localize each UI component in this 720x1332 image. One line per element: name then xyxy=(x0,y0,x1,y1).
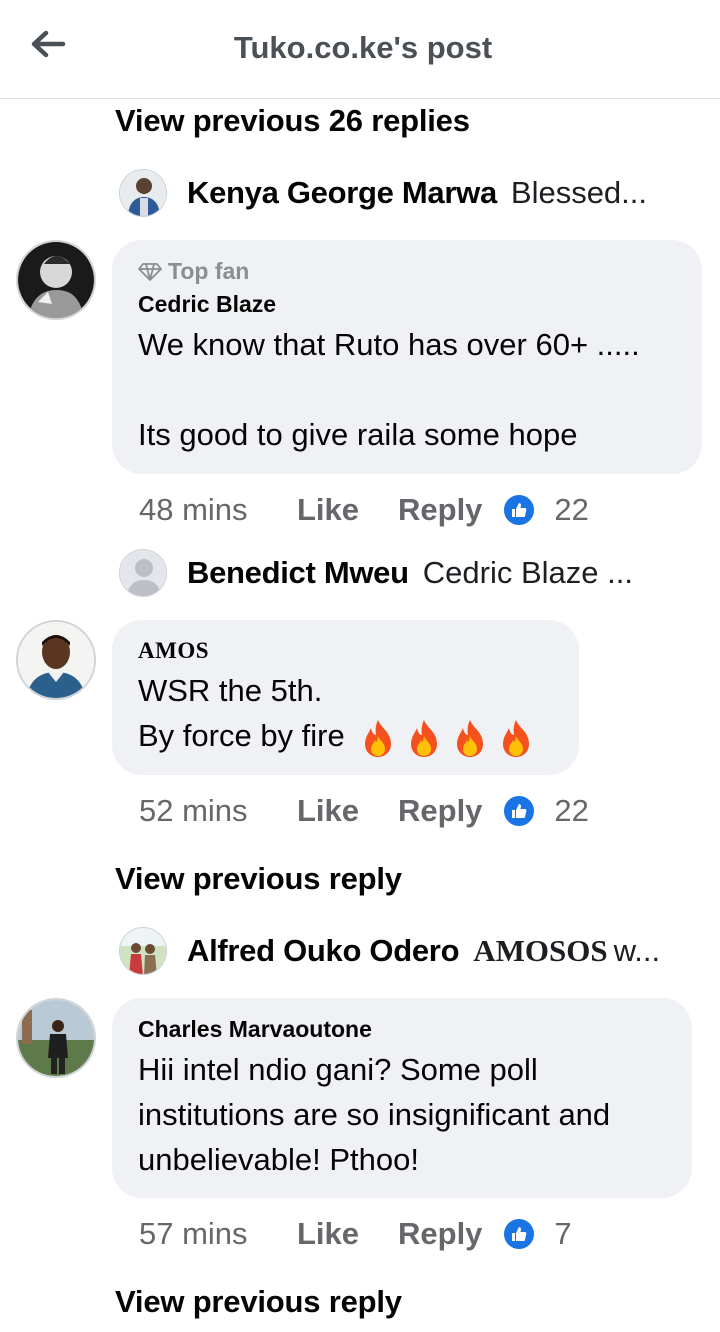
comment-actions: 52 mins Like Reply 22 xyxy=(139,789,589,833)
fire-icon xyxy=(411,719,438,757)
reply-preview[interactable]: Benedict Mweu Cedric Blaze ... xyxy=(119,548,633,598)
view-previous-replies-link[interactable]: View previous reply xyxy=(115,1284,402,1320)
comment-text: WSR the 5th. xyxy=(138,673,323,708)
comment-text: By force by fire xyxy=(138,718,345,753)
comment-author[interactable]: AMOS xyxy=(138,638,553,664)
top-fan-label: Top fan xyxy=(168,258,250,284)
avatar[interactable] xyxy=(119,169,167,217)
fire-emoji-group xyxy=(359,718,535,758)
like-button[interactable]: Like xyxy=(297,492,398,528)
avatar[interactable] xyxy=(16,240,96,320)
reply-button[interactable]: Reply xyxy=(398,1216,482,1252)
page-title: Tuko.co.ke's post xyxy=(233,30,493,65)
reply-snippet: Blessed... xyxy=(510,175,648,210)
like-button[interactable]: Like xyxy=(297,793,398,829)
comment-bubble: Top fan Cedric Blaze We know that Ruto h… xyxy=(112,240,702,474)
avatar[interactable] xyxy=(16,998,96,1078)
reply-author-name[interactable]: Kenya George Marwa xyxy=(187,175,497,211)
diamond-icon xyxy=(138,262,162,281)
view-previous-replies-link[interactable]: View previous reply xyxy=(115,861,402,897)
fire-icon xyxy=(457,719,484,757)
reply-snippet: Cedric Blaze ... xyxy=(422,555,633,590)
comment-timestamp[interactable]: 48 mins xyxy=(139,492,297,528)
comment-bubble: AMOS WSR the 5th. By force by fire xyxy=(112,620,579,775)
avatar[interactable] xyxy=(16,620,96,700)
fire-icon xyxy=(365,719,392,757)
view-previous-replies-link[interactable]: View previous 26 replies xyxy=(115,103,470,139)
reply-mentioned-name[interactable]: AMOSOS xyxy=(473,933,607,969)
reply-author-name[interactable]: Alfred Ouko Odero xyxy=(187,933,460,969)
comment-spacer xyxy=(138,367,676,412)
comment-text: Its good to give raila some hope xyxy=(138,417,578,452)
reaction-count[interactable]: 22 xyxy=(554,492,588,528)
reaction-count[interactable]: 22 xyxy=(554,793,588,829)
reply-button[interactable]: Reply xyxy=(398,793,482,829)
comment-text: institutions are so insignificant and xyxy=(138,1097,611,1132)
reply-button[interactable]: Reply xyxy=(398,492,482,528)
comment-actions: 48 mins Like Reply 22 xyxy=(139,488,589,532)
avatar[interactable] xyxy=(119,927,167,975)
avatar[interactable] xyxy=(119,549,167,597)
reply-preview[interactable]: Alfred Ouko Odero AMOSOS w... xyxy=(119,926,660,976)
fire-icon xyxy=(503,719,530,757)
comment-text: unbelievable! Pthoo! xyxy=(138,1142,419,1177)
reply-snippet: w... xyxy=(613,933,661,968)
top-fan-badge: Top fan xyxy=(138,258,676,285)
comment-author[interactable]: Cedric Blaze xyxy=(138,291,676,318)
like-button[interactable]: Like xyxy=(297,1216,398,1252)
reply-preview[interactable]: Kenya George Marwa Blessed... xyxy=(119,168,647,218)
comment-actions: 57 mins Like Reply 7 xyxy=(139,1212,572,1256)
reaction-count[interactable]: 7 xyxy=(554,1216,571,1252)
top-bar: Tuko.co.ke's post xyxy=(0,0,720,99)
thumbs-up-icon[interactable] xyxy=(502,493,537,527)
thumbs-up-icon[interactable] xyxy=(502,1217,537,1251)
comment-bubble: Charles Marvaoutone Hii intel ndio gani?… xyxy=(112,998,692,1198)
reply-author-name[interactable]: Benedict Mweu xyxy=(187,555,409,591)
thumbs-up-icon[interactable] xyxy=(502,794,537,828)
comment-timestamp[interactable]: 57 mins xyxy=(139,1216,297,1252)
comment-text: Hii intel ndio gani? Some poll xyxy=(138,1052,538,1087)
comment-timestamp[interactable]: 52 mins xyxy=(139,793,297,829)
comment-text-line: By force by fire xyxy=(138,713,553,758)
comment-author[interactable]: Charles Marvaoutone xyxy=(138,1016,666,1043)
comment-text: We know that Ruto has over 60+ ..... xyxy=(138,327,640,362)
